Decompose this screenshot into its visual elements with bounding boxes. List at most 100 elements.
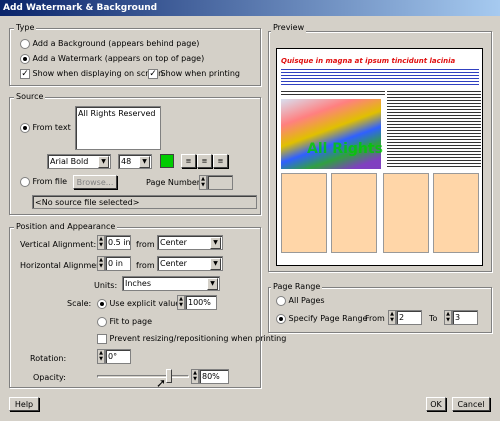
add-background-radio[interactable]: [20, 38, 30, 49]
show-printing-option[interactable]: ✓ Show when printing: [148, 68, 240, 80]
align-left-button[interactable]: ≡: [181, 154, 196, 168]
rotation-stepper[interactable]: ▲ ▼: [97, 349, 105, 364]
vertical-from-label: from: [136, 240, 155, 249]
units-label: Units:: [94, 281, 118, 290]
type-legend: Type: [14, 23, 37, 33]
align-right-icon: ≡: [217, 157, 224, 165]
fit-to-page-option[interactable]: Fit to page: [97, 316, 152, 328]
align-left-icon: ≡: [185, 157, 192, 165]
rotation-label: Rotation:: [30, 354, 67, 363]
preview-body-text-left: [281, 91, 385, 97]
opacity-slider-thumb[interactable]: [165, 369, 172, 383]
all-pages-label: All Pages: [288, 296, 325, 305]
prevent-resizing-option[interactable]: Prevent resizing/repositioning when prin…: [97, 333, 286, 345]
watermark-text-area[interactable]: All Rights Reserved: [75, 106, 161, 150]
mouse-cursor-icon: ➚: [156, 376, 167, 390]
horizontal-anchor-select[interactable]: Center ▼: [157, 256, 223, 271]
from-file-label: From file: [32, 177, 68, 186]
use-explicit-label: Use explicit value: [109, 299, 181, 308]
vertical-stepper[interactable]: ▲ ▼: [97, 235, 105, 250]
from-text-option[interactable]: From text: [20, 122, 71, 134]
opacity-value-input[interactable]: 80%: [199, 369, 229, 384]
range-from-stepper[interactable]: ▲ ▼: [388, 310, 396, 325]
horizontal-alignment-label: Horizontal Alignment:: [20, 261, 108, 270]
specify-range-label: Specify Page Range: [288, 314, 368, 323]
all-pages-radio[interactable]: [276, 295, 286, 306]
from-file-radio[interactable]: [20, 176, 30, 187]
show-on-screen-checkbox[interactable]: ✓: [20, 68, 30, 79]
source-file-display: <No source file selected>: [32, 195, 257, 209]
specify-range-radio[interactable]: [276, 313, 286, 324]
preview-watermark: All Rights: [307, 141, 383, 157]
preview-intro-text: [281, 69, 479, 87]
show-printing-checkbox[interactable]: ✓: [148, 68, 158, 79]
range-to-stepper[interactable]: ▲ ▼: [444, 310, 452, 325]
from-text-radio[interactable]: [20, 122, 30, 133]
range-to-input[interactable]: 3: [452, 310, 478, 325]
horizontal-stepper[interactable]: ▲ ▼: [97, 256, 105, 271]
preview-box-3: [383, 173, 429, 253]
page-range-legend: Page Range: [271, 282, 323, 292]
prevent-resizing-checkbox[interactable]: [97, 333, 107, 344]
vertical-value-input[interactable]: 0.5 in: [105, 235, 131, 250]
page-number-stepper[interactable]: ▲ ▼: [199, 175, 207, 190]
page-number-input[interactable]: [207, 175, 233, 190]
fit-to-page-label: Fit to page: [109, 317, 153, 326]
opacity-slider-track: [97, 375, 189, 378]
range-from-input[interactable]: 2: [396, 310, 422, 325]
window-title: Add Watermark & Background: [0, 0, 500, 16]
scale-value-input[interactable]: 100%: [185, 295, 217, 310]
preview-box-4: [433, 173, 479, 253]
use-explicit-option[interactable]: Use explicit value: [97, 298, 180, 310]
preview-page: Quisque in magna at ipsum tincidunt laci…: [276, 48, 483, 266]
align-center-button[interactable]: ≡: [197, 154, 212, 168]
fit-to-page-radio[interactable]: [97, 316, 107, 327]
horizontal-value-input[interactable]: 0 in: [105, 256, 131, 271]
specify-range-option[interactable]: Specify Page Range: [276, 313, 367, 325]
font-select-value: Arial Bold: [50, 157, 89, 166]
units-select[interactable]: Inches ▼: [122, 276, 220, 291]
chevron-down-icon: ▼: [210, 258, 221, 270]
help-button[interactable]: Help: [9, 397, 39, 411]
cancel-button[interactable]: Cancel: [452, 397, 490, 411]
show-on-screen-option[interactable]: ✓ Show when displaying on screen: [20, 68, 163, 80]
add-watermark-label: Add a Watermark (appears on top of page): [32, 54, 205, 63]
preview-box-2: [331, 173, 377, 253]
align-right-button[interactable]: ≡: [213, 154, 228, 168]
chevron-down-icon: ▼: [98, 156, 109, 168]
add-background-label: Add a Background (appears behind page): [32, 39, 200, 48]
chevron-down-icon: ▼: [139, 156, 150, 168]
ok-button[interactable]: OK: [426, 397, 446, 411]
add-watermark-option[interactable]: Add a Watermark (appears on top of page): [20, 53, 204, 65]
add-watermark-radio[interactable]: [20, 53, 30, 64]
scale-stepper[interactable]: ▲ ▼: [177, 295, 185, 310]
font-select[interactable]: Arial Bold ▼: [47, 154, 111, 169]
opacity-slider[interactable]: [97, 369, 189, 383]
from-file-option[interactable]: From file: [20, 176, 67, 188]
preview-body-text-right: [387, 91, 481, 169]
preview-legend: Preview: [271, 23, 307, 33]
prevent-resizing-label: Prevent resizing/repositioning when prin…: [109, 334, 287, 343]
vertical-anchor-select[interactable]: Center ▼: [157, 235, 223, 250]
units-value: Inches: [125, 279, 151, 288]
range-from-label: From: [365, 314, 385, 323]
all-pages-option[interactable]: All Pages: [276, 295, 325, 307]
position-legend: Position and Appearance: [14, 222, 118, 232]
align-center-icon: ≡: [201, 157, 208, 165]
page-number-label: Page Number:: [146, 178, 203, 187]
preview-image: [281, 99, 381, 169]
font-size-select[interactable]: 48 ▼: [118, 154, 152, 169]
opacity-stepper[interactable]: ▲ ▼: [191, 369, 199, 384]
show-printing-label: Show when printing: [160, 69, 240, 78]
rotation-value-input[interactable]: 0°: [105, 349, 131, 364]
chevron-down-icon: ▼: [207, 278, 218, 290]
add-background-option[interactable]: Add a Background (appears behind page): [20, 38, 199, 50]
font-size-value: 48: [121, 157, 132, 166]
color-swatch-button[interactable]: [160, 154, 174, 168]
browse-button[interactable]: Browse...: [73, 175, 117, 189]
chevron-down-icon: ▼: [210, 237, 221, 249]
show-on-screen-label: Show when displaying on screen: [32, 69, 164, 78]
preview-headline: Quisque in magna at ipsum tincidunt laci…: [281, 57, 456, 65]
source-legend: Source: [14, 92, 46, 102]
use-explicit-radio[interactable]: [97, 298, 107, 309]
